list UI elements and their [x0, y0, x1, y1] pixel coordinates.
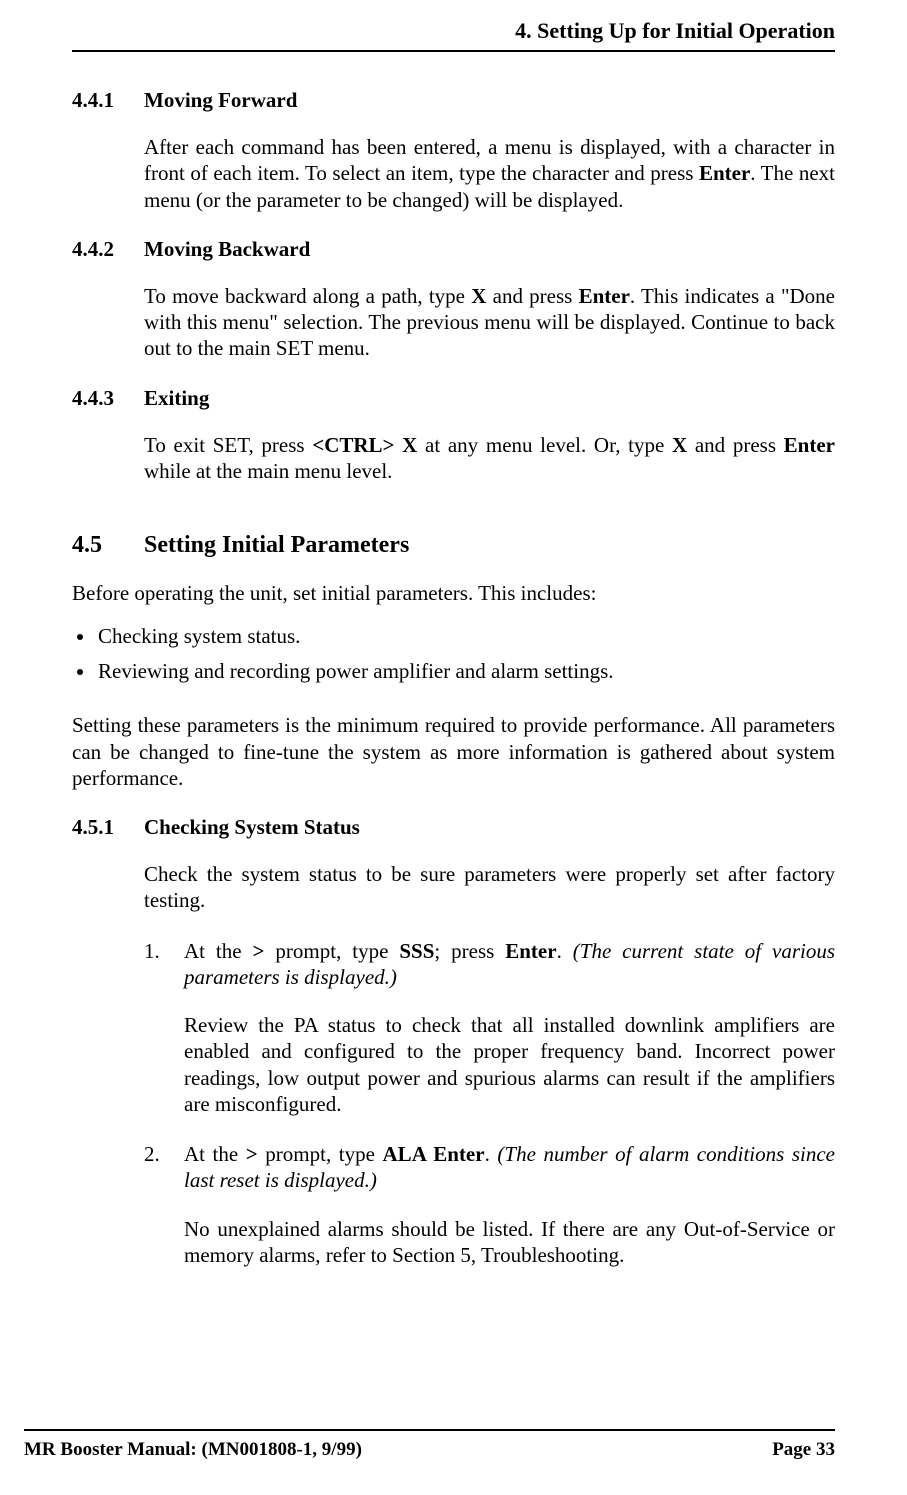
bold-text: >: [246, 1142, 258, 1166]
bold-text: SSS: [399, 939, 434, 963]
text: At the: [184, 939, 253, 963]
bold-text: <CTRL> X: [312, 433, 417, 457]
heading-4-4-2: 4.4.2 Moving Backward: [72, 237, 835, 262]
bold-text: ALA Enter: [383, 1142, 485, 1166]
paragraph: No unexplained alarms should be listed. …: [184, 1216, 835, 1269]
text: ; press: [434, 939, 505, 963]
text: prompt, type: [258, 1142, 383, 1166]
paragraph: To move backward along a path, type X an…: [144, 283, 835, 362]
section-title: Exiting: [144, 386, 209, 411]
page-footer: MR Booster Manual: (MN001808-1, 9/99) Pa…: [24, 1429, 835, 1461]
footer-left: MR Booster Manual: (MN001808-1, 9/99): [24, 1439, 362, 1461]
text: at any menu level. Or, type: [417, 433, 672, 457]
bold-text: X: [672, 433, 687, 457]
heading-4-4-1: 4.4.1 Moving Forward: [72, 88, 835, 113]
bold-text: >: [253, 939, 265, 963]
list-item: At the > prompt, type ALA Enter. (The nu…: [144, 1141, 835, 1268]
section-number: 4.4.3: [72, 386, 144, 411]
paragraph: Check the system status to be sure param…: [144, 861, 835, 914]
bullet-list: Checking system status. Reviewing and re…: [96, 624, 835, 684]
section-title: Setting Initial Parameters: [144, 532, 409, 559]
section-number: 4.4.1: [72, 88, 144, 113]
bold-text: Enter: [505, 939, 556, 963]
footer-right: Page 33: [772, 1439, 835, 1461]
list-item: Checking system status.: [96, 624, 835, 649]
text: .: [485, 1142, 498, 1166]
ordered-steps: At the > prompt, type SSS; press Enter. …: [144, 938, 835, 1269]
heading-4-5-1: 4.5.1 Checking System Status: [72, 815, 835, 840]
paragraph: Before operating the unit, set initial p…: [72, 580, 835, 606]
paragraph: Setting these parameters is the minimum …: [72, 712, 835, 791]
bold-text: Enter: [579, 284, 630, 308]
paragraph: To exit SET, press <CTRL> X at any menu …: [144, 432, 835, 485]
bold-text: Enter: [699, 161, 750, 185]
list-item: At the > prompt, type SSS; press Enter. …: [144, 938, 835, 1118]
text: while at the main menu level.: [144, 459, 392, 483]
paragraph: After each command has been entered, a m…: [144, 134, 835, 213]
paragraph: Review the PA status to check that all i…: [184, 1012, 835, 1117]
bold-text: Enter: [784, 433, 835, 457]
section-title: Checking System Status: [144, 815, 360, 840]
section-number: 4.4.2: [72, 237, 144, 262]
heading-4-4-3: 4.4.3 Exiting: [72, 386, 835, 411]
bold-text: X: [471, 284, 486, 308]
heading-4-5: 4.5 Setting Initial Parameters: [72, 532, 835, 559]
section-title: Moving Backward: [144, 237, 310, 262]
text: At the: [184, 1142, 246, 1166]
section-number: 4.5: [72, 532, 144, 559]
text: To exit SET, press: [144, 433, 312, 457]
text: To move backward along a path, type: [144, 284, 471, 308]
list-item: Reviewing and recording power amplifier …: [96, 659, 835, 684]
section-title: Moving Forward: [144, 88, 297, 113]
text: .: [557, 939, 573, 963]
text: and press: [486, 284, 578, 308]
page-header: 4. Setting Up for Initial Operation: [72, 18, 835, 52]
text: prompt, type: [264, 939, 399, 963]
section-number: 4.5.1: [72, 815, 144, 840]
text: and press: [687, 433, 784, 457]
